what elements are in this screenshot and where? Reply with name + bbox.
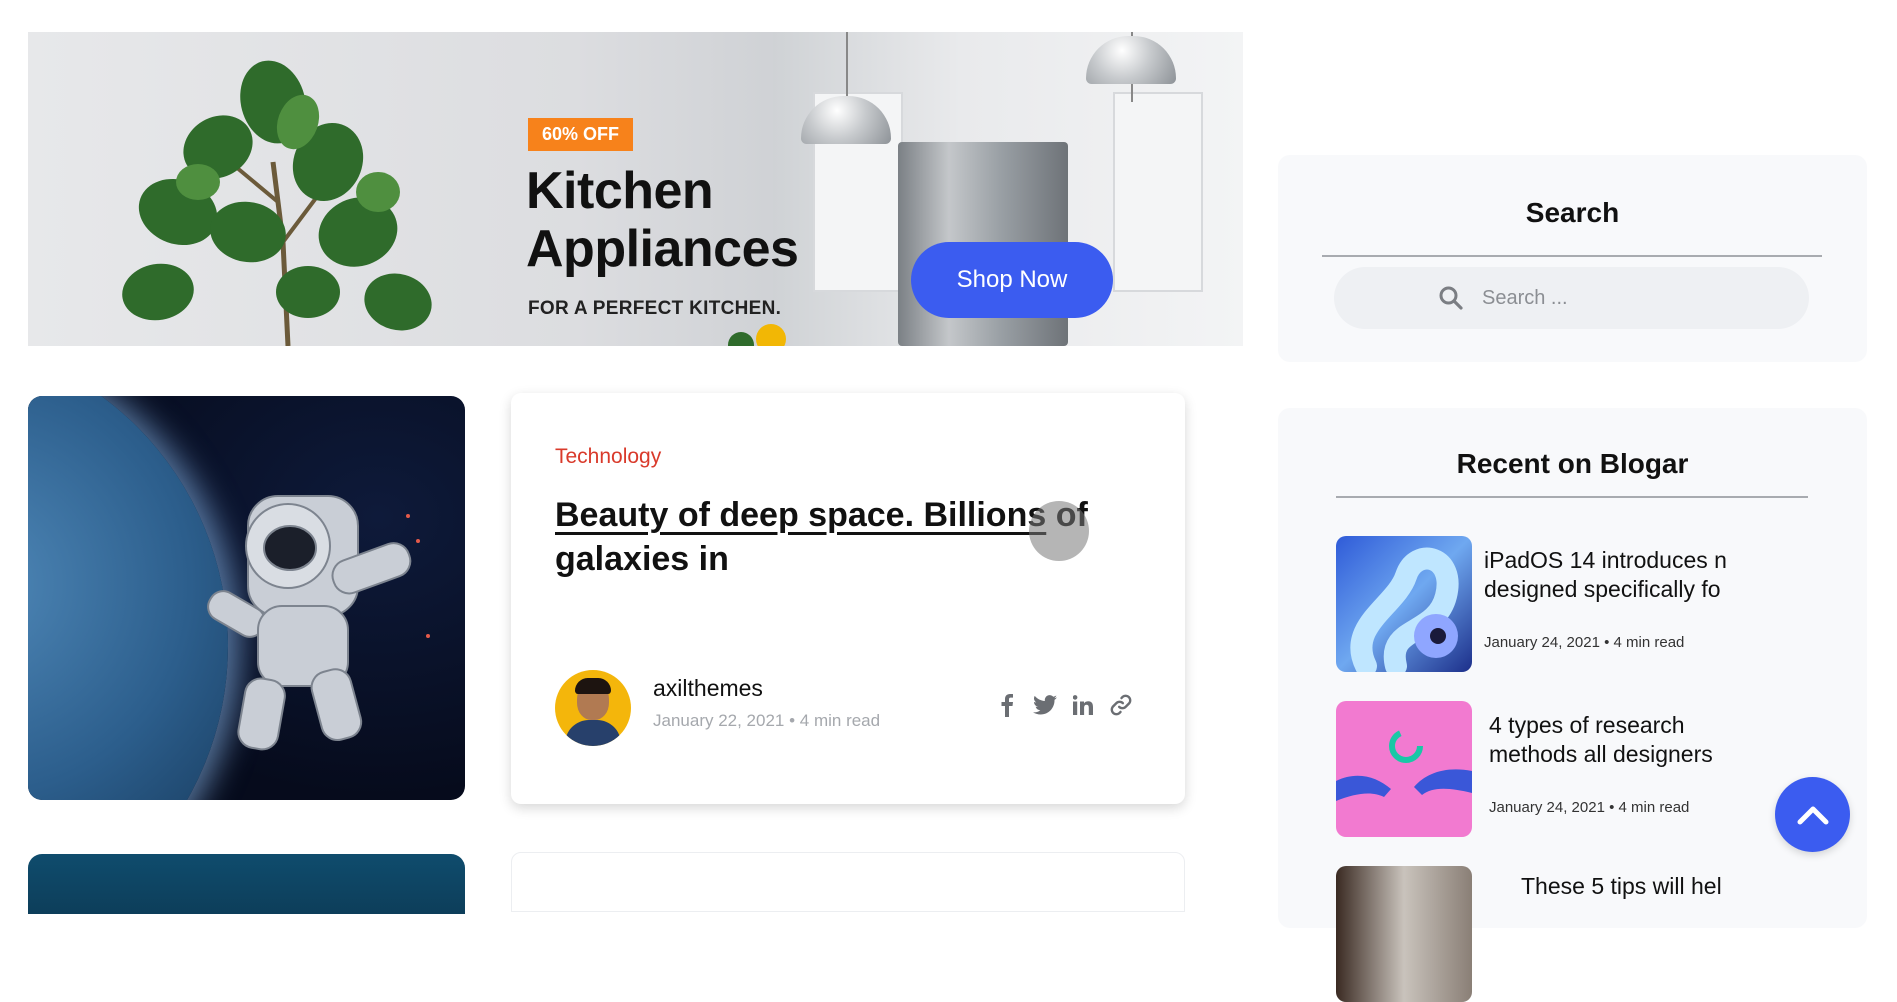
recent-post-title-line2[interactable]: methods all designers bbox=[1489, 740, 1734, 769]
hands-illustration bbox=[1336, 729, 1472, 801]
search-icon bbox=[1439, 286, 1463, 310]
mouse-cursor-highlight bbox=[1029, 501, 1089, 561]
search-widget-title: Search bbox=[1525, 197, 1620, 228]
abstract-swirl-illustration bbox=[1350, 547, 1459, 672]
shop-now-button[interactable]: Shop Now bbox=[911, 242, 1113, 318]
recent-post-title[interactable]: iPadOS 14 introduces n designed specific… bbox=[1484, 546, 1729, 606]
banner-subline: FOR A PERFECT KITCHEN. bbox=[528, 298, 782, 319]
discount-tag: 60% OFF bbox=[528, 118, 634, 151]
recent-widget-title: Recent on Blogar bbox=[1456, 448, 1689, 479]
lemon-illustration bbox=[756, 324, 786, 346]
post-author-link[interactable]: axilthemes bbox=[653, 675, 763, 702]
search-placeholder: Search ... bbox=[1482, 287, 1568, 309]
recent-post-item[interactable]: 4 types of research methods all designer… bbox=[1336, 701, 1806, 837]
recent-post-item[interactable]: iPadOS 14 introduces n designed specific… bbox=[1336, 536, 1806, 672]
post-card: Technology Beauty of deep space. Billion… bbox=[511, 393, 1185, 804]
plant-illustration bbox=[122, 60, 432, 346]
cabinet-door bbox=[1113, 92, 1203, 292]
recent-post-title-line1[interactable]: iPadOS 14 introduces n bbox=[1484, 546, 1729, 575]
next-post-thumbnail[interactable] bbox=[28, 854, 465, 914]
recent-widget-divider bbox=[1336, 496, 1808, 498]
chevron-up-icon bbox=[1797, 806, 1828, 824]
facebook-icon[interactable] bbox=[995, 693, 1019, 717]
recent-post-thumbnail bbox=[1336, 701, 1472, 837]
banner-headline-line2: Appliances bbox=[526, 220, 799, 278]
post-title-underlined[interactable]: Beauty of deep space. Billions bbox=[555, 496, 1046, 534]
recent-post-thumbnail bbox=[1336, 866, 1472, 1002]
avatar-shirt bbox=[565, 720, 621, 746]
post-thumbnail[interactable] bbox=[28, 396, 465, 800]
recent-post-thumbnail bbox=[1336, 536, 1472, 672]
promo-banner[interactable]: 60% OFF Kitchen Appliances FOR A PERFECT… bbox=[28, 32, 1243, 346]
next-post-card bbox=[511, 852, 1185, 912]
astronaut-illustration bbox=[207, 495, 430, 751]
banner-headline-line1: Kitchen bbox=[526, 162, 714, 220]
author-avatar[interactable] bbox=[555, 670, 631, 746]
recent-post-title-line1[interactable]: 4 types of research bbox=[1489, 711, 1734, 740]
back-to-top-button[interactable] bbox=[1775, 777, 1850, 852]
lamp-cord bbox=[846, 32, 848, 102]
linkedin-icon[interactable] bbox=[1071, 693, 1095, 717]
banner-headline: Kitchen Appliances bbox=[526, 162, 799, 278]
recent-post-title-line1[interactable]: These 5 tips will hel bbox=[1521, 872, 1766, 901]
recent-posts-widget: Recent on Blogar iPadOS 14 introduces n … bbox=[1278, 408, 1867, 1002]
recent-post-title[interactable]: These 5 tips will hel bbox=[1521, 872, 1766, 932]
recent-post-title[interactable]: 4 types of research methods all designer… bbox=[1489, 711, 1734, 771]
twitter-icon[interactable] bbox=[1033, 693, 1057, 717]
recent-post-item[interactable]: These 5 tips will hel bbox=[1336, 866, 1806, 1002]
recent-post-meta: January 24, 2021 • 4 min read bbox=[1484, 634, 1685, 651]
link-icon[interactable] bbox=[1109, 693, 1133, 717]
search-widget-divider bbox=[1322, 255, 1822, 257]
recent-post-meta: January 24, 2021 • 4 min read bbox=[1489, 799, 1690, 816]
search-widget: Search Search ... bbox=[1278, 155, 1867, 362]
avatar-hair bbox=[575, 678, 611, 694]
herb-illustration bbox=[728, 332, 754, 346]
post-title-line2[interactable]: galaxies in bbox=[555, 540, 729, 578]
share-icons bbox=[995, 693, 1133, 717]
recent-post-title-line2[interactable]: designed specifically fo bbox=[1484, 575, 1729, 604]
post-meta: January 22, 2021 • 4 min read bbox=[653, 711, 881, 730]
search-input[interactable]: Search ... bbox=[1334, 267, 1809, 329]
post-category-link[interactable]: Technology bbox=[555, 445, 661, 469]
